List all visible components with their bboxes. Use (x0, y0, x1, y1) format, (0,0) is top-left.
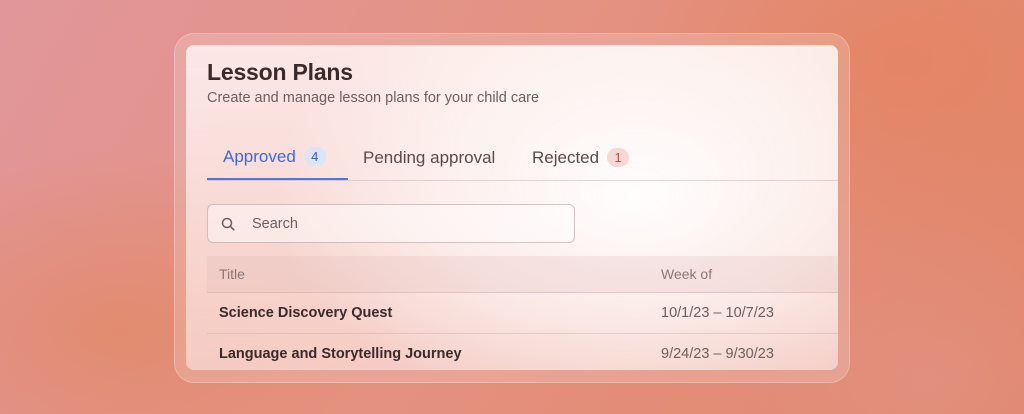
row-week: 9/24/23 – 9/30/23 (661, 346, 774, 362)
table-row[interactable]: Language and Storytelling Journey 9/24/2… (207, 334, 838, 370)
tab-pending-approval-label: Pending approval (363, 147, 496, 167)
tab-approved-label: Approved (223, 146, 296, 166)
page-subtitle: Create and manage lesson plans for your … (207, 90, 540, 106)
table-row[interactable]: Science Discovery Quest 10/1/23 – 10/7/2… (207, 293, 838, 334)
search-input[interactable]: Search (207, 204, 575, 243)
tab-pending-approval[interactable]: Pending approval (363, 135, 495, 180)
rejected-count-badge: 1 (607, 148, 630, 167)
table-header: Title Week of (207, 256, 838, 293)
search-placeholder: Search (252, 215, 298, 232)
column-header-week-of[interactable]: Week of (661, 266, 838, 282)
page-title: Lesson Plans (207, 59, 353, 85)
approved-count-badge: 4 (303, 147, 326, 166)
row-title: Science Discovery Quest (219, 305, 393, 321)
row-title: Language and Storytelling Journey (219, 346, 462, 362)
tab-bar: Approved 4 Pending approval Rejected 1 (207, 135, 838, 181)
lesson-plans-panel: Lesson Plans Create and manage lesson pl… (186, 45, 838, 370)
tab-approved[interactable]: Approved 4 (207, 135, 348, 180)
tab-rejected[interactable]: Rejected 1 (532, 135, 630, 180)
tab-rejected-label: Rejected (532, 147, 600, 167)
column-header-title[interactable]: Title (207, 266, 661, 282)
lesson-plans-table: Title Week of Science Discovery Quest 10… (207, 256, 838, 370)
row-week: 10/1/23 – 10/7/23 (661, 305, 774, 321)
search-icon (220, 216, 236, 232)
